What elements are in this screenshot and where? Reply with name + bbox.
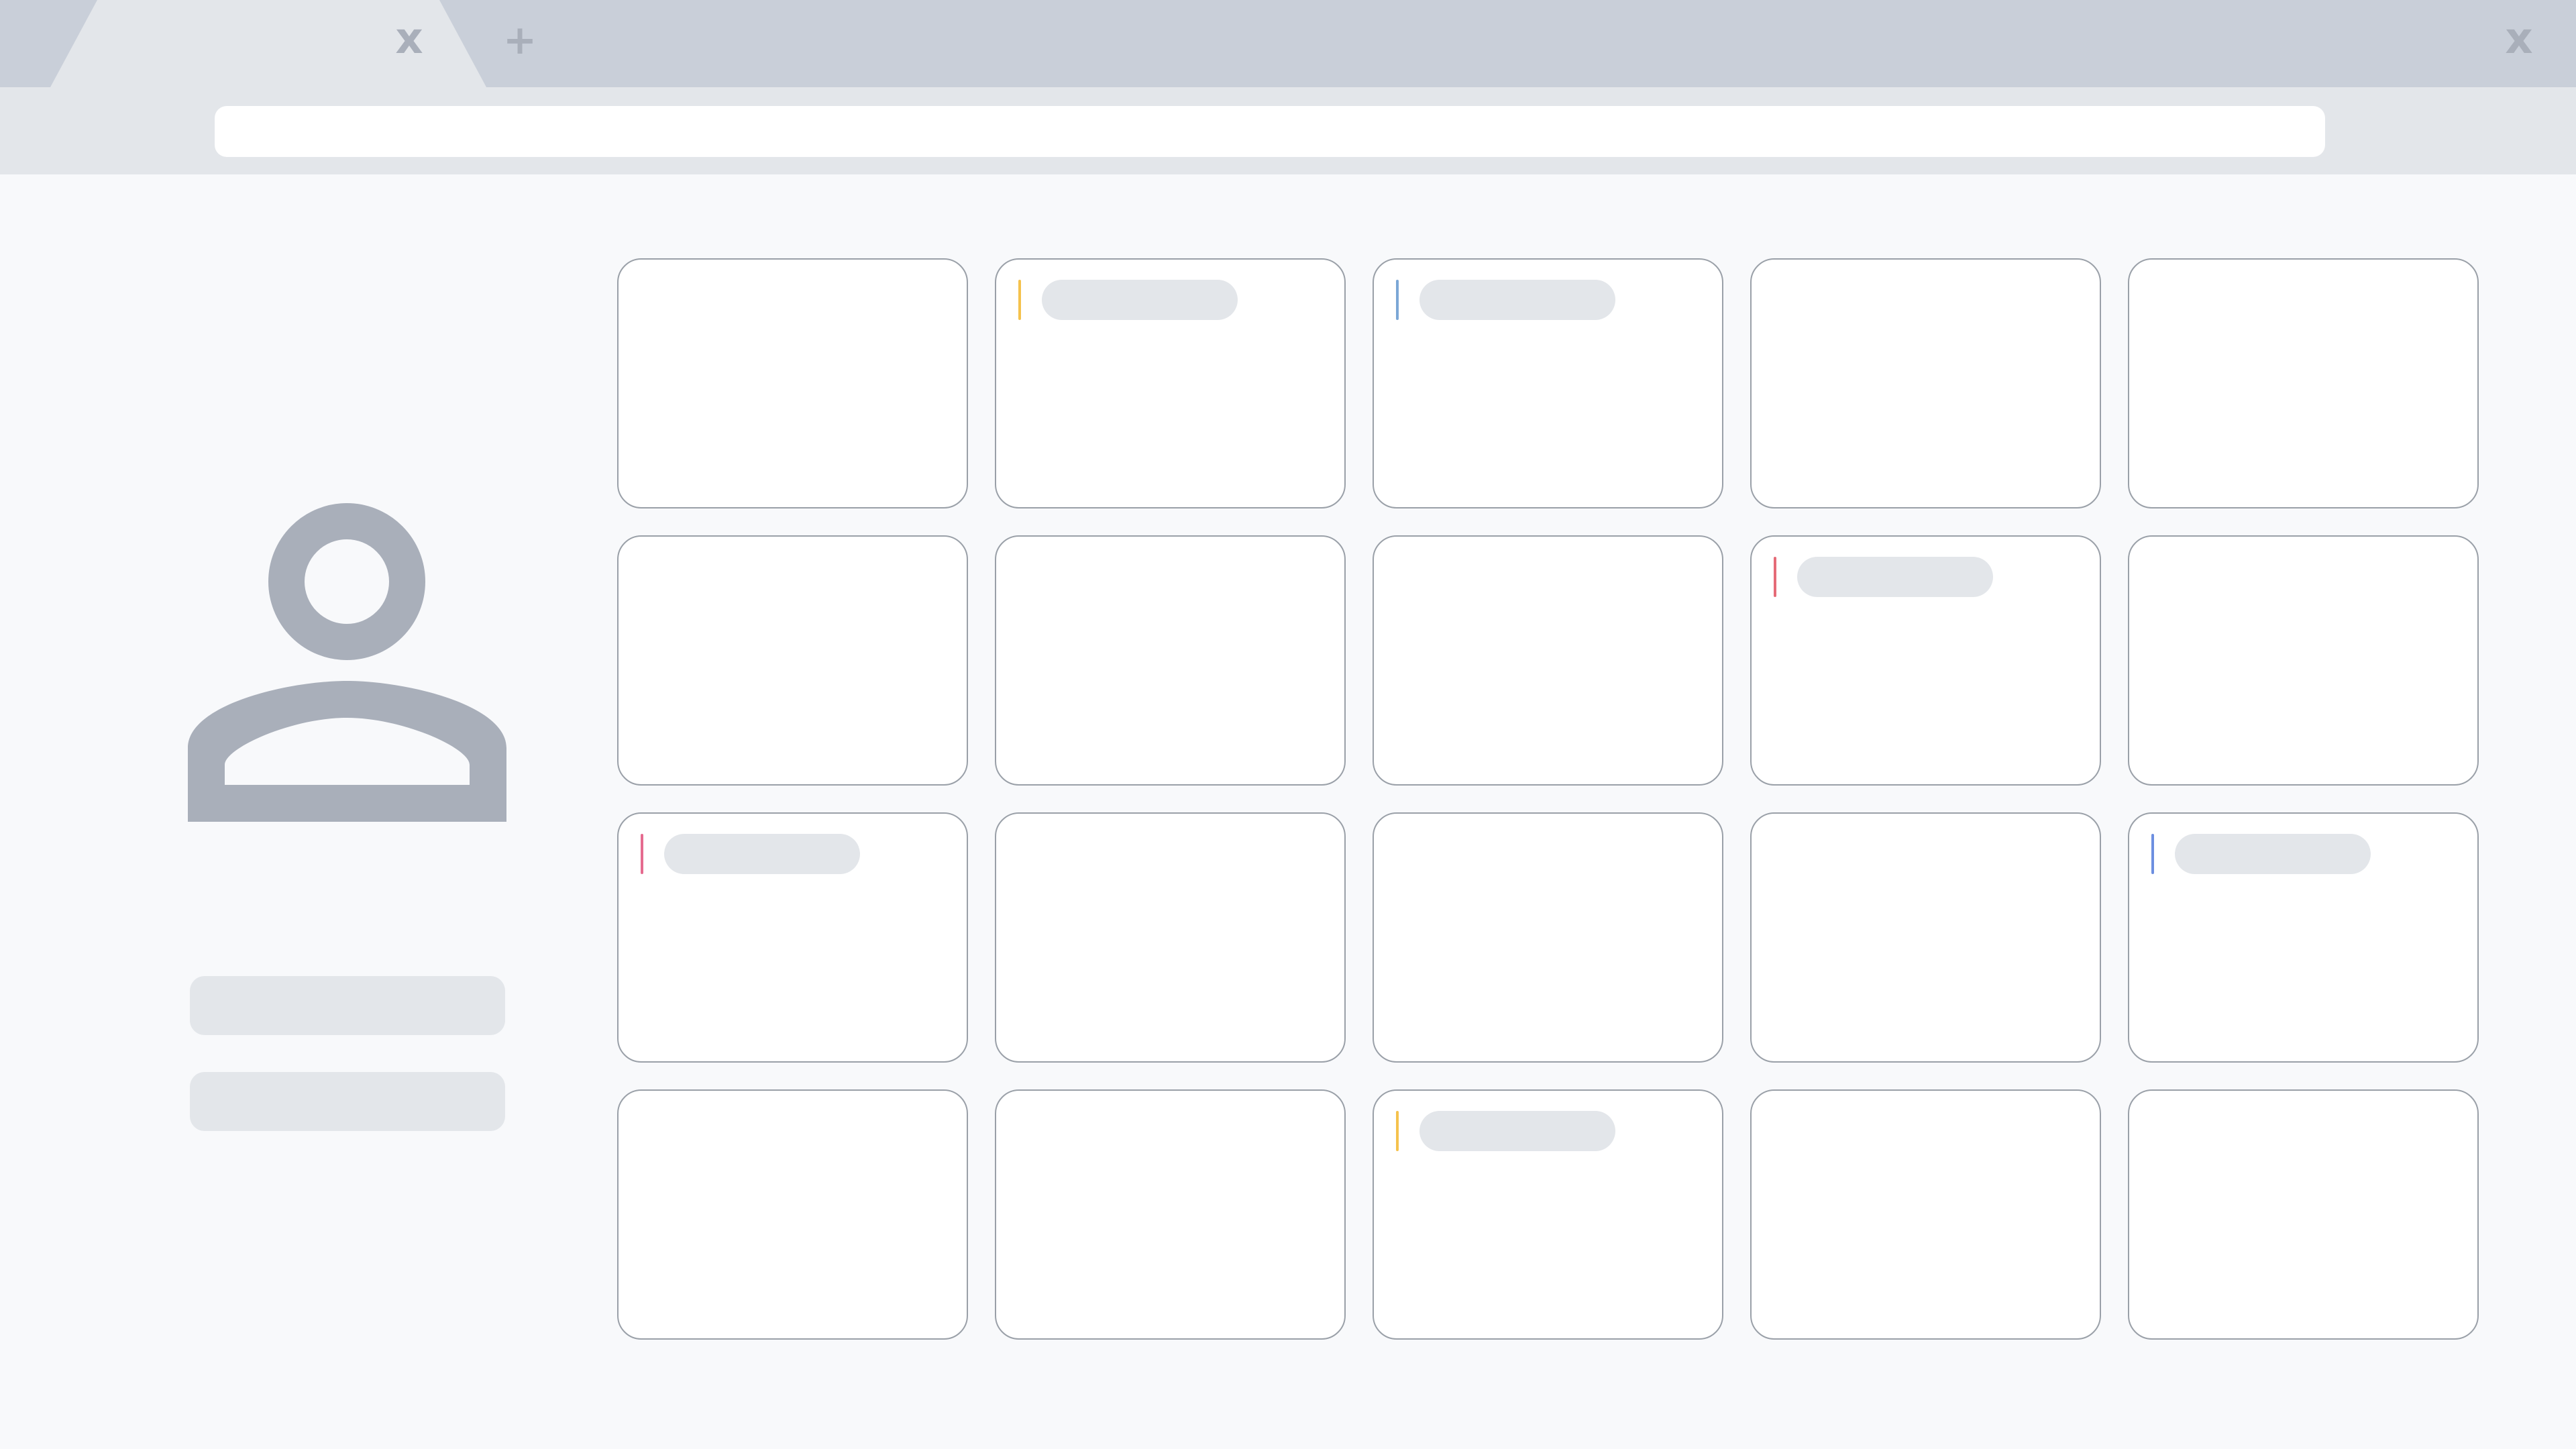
calendar-day-cell[interactable]: [2128, 258, 2479, 508]
event-title-placeholder: [1042, 280, 1238, 320]
calendar-day-cell[interactable]: [1750, 535, 2101, 786]
event-color-indicator: [1018, 280, 1021, 320]
event-color-indicator: [1396, 280, 1399, 320]
calendar-event[interactable]: [639, 834, 860, 874]
event-title-placeholder: [1419, 280, 1615, 320]
window-close-icon[interactable]: x: [2499, 17, 2539, 60]
calendar-grid: [617, 258, 2479, 1340]
calendar-day-cell[interactable]: [1373, 1089, 1723, 1340]
calendar-day-cell[interactable]: [995, 535, 1346, 786]
calendar-day-cell[interactable]: [617, 535, 968, 786]
browser-toolbar: [0, 87, 2576, 174]
calendar-day-cell[interactable]: [1373, 258, 1723, 508]
profile-detail-placeholder: [190, 1072, 505, 1131]
calendar-day-cell[interactable]: [995, 258, 1346, 508]
tab-close-icon[interactable]: x: [389, 17, 429, 60]
calendar-day-cell[interactable]: [2128, 812, 2479, 1063]
calendar-day-cell[interactable]: [1750, 1089, 2101, 1340]
event-color-indicator: [2151, 834, 2154, 874]
calendar-event[interactable]: [1016, 280, 1238, 320]
event-color-indicator: [641, 834, 643, 874]
calendar-day-cell[interactable]: [995, 1089, 1346, 1340]
calendar-event[interactable]: [2149, 834, 2371, 874]
event-title-placeholder: [2175, 834, 2371, 874]
calendar-day-cell[interactable]: [1750, 258, 2101, 508]
event-title-placeholder: [1797, 557, 1993, 597]
calendar-day-cell[interactable]: [1373, 812, 1723, 1063]
active-tab[interactable]: x: [0, 0, 490, 87]
calendar-day-cell[interactable]: [617, 258, 968, 508]
calendar-event[interactable]: [1394, 280, 1615, 320]
event-title-placeholder: [664, 834, 860, 874]
tab-strip: x + x: [0, 0, 2576, 87]
user-profile-icon: [188, 503, 506, 822]
calendar-day-cell[interactable]: [617, 812, 968, 1063]
calendar-day-cell[interactable]: [2128, 535, 2479, 786]
event-title-placeholder: [1419, 1111, 1615, 1151]
calendar-day-cell[interactable]: [1750, 812, 2101, 1063]
calendar-day-cell[interactable]: [2128, 1089, 2479, 1340]
profile-name-placeholder: [190, 976, 505, 1035]
calendar-day-cell[interactable]: [995, 812, 1346, 1063]
calendar-event[interactable]: [1394, 1111, 1615, 1151]
calendar-day-cell[interactable]: [617, 1089, 968, 1340]
address-bar-input[interactable]: [215, 106, 2325, 157]
calendar-event[interactable]: [1772, 557, 1993, 597]
calendar-day-cell[interactable]: [1373, 535, 1723, 786]
event-color-indicator: [1396, 1111, 1399, 1151]
event-color-indicator: [1774, 557, 1776, 597]
new-tab-button[interactable]: +: [500, 20, 540, 60]
